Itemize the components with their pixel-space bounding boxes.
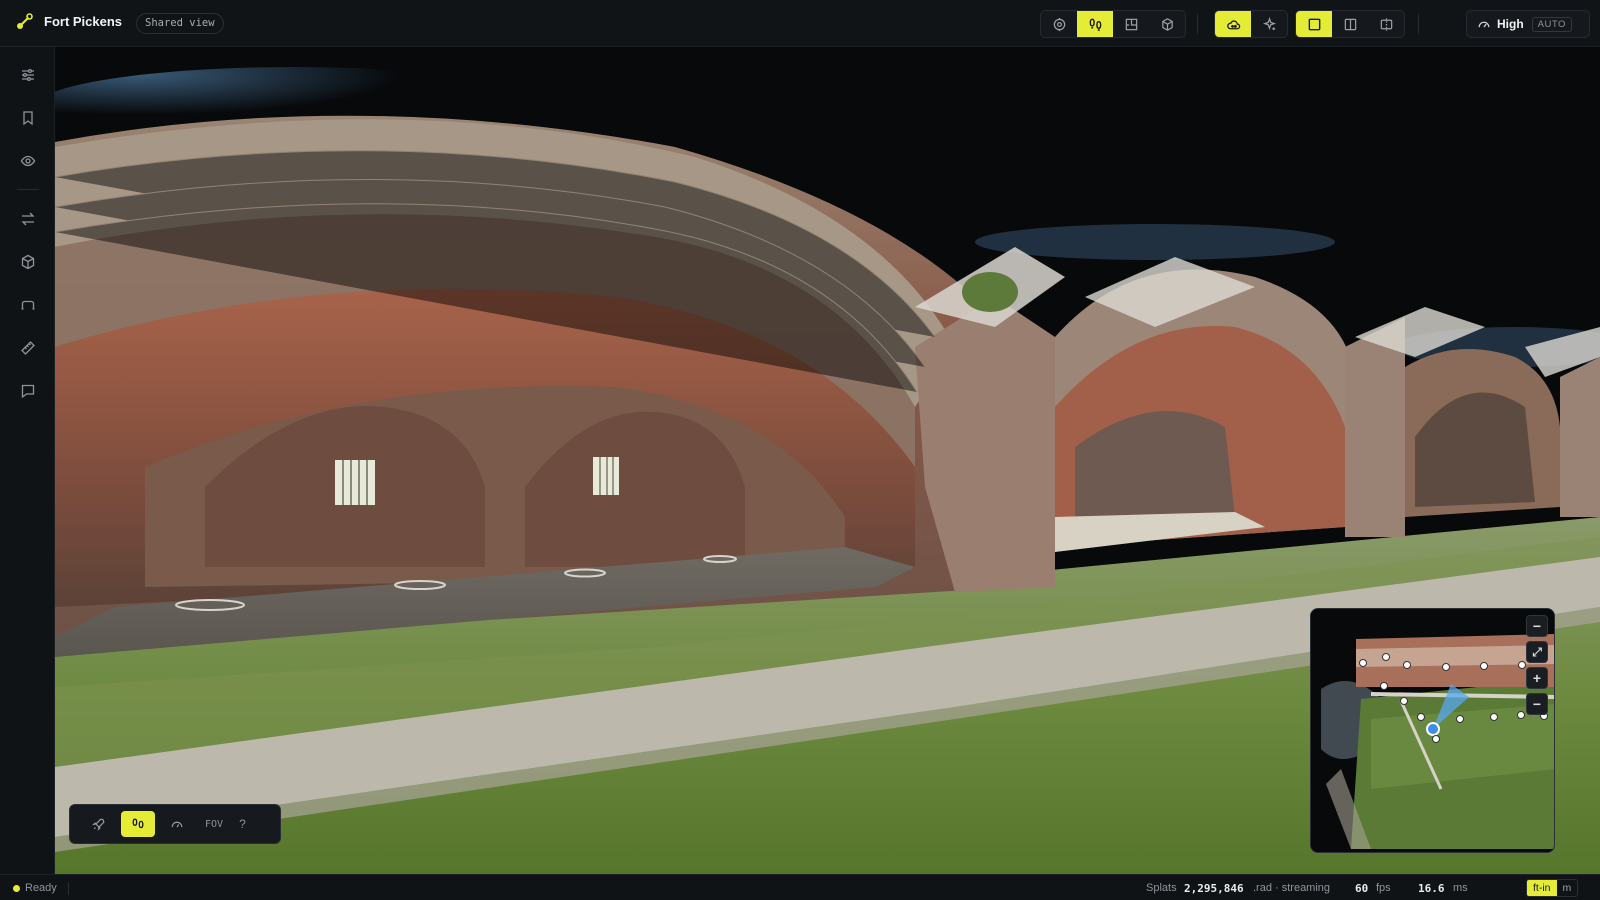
fly-mode-button[interactable] <box>82 811 116 837</box>
minimap-zoom-out-button[interactable]: − <box>1526 693 1548 715</box>
box-icon <box>21 254 35 270</box>
minimap-canvas[interactable] <box>1311 609 1555 853</box>
splat-render-button[interactable] <box>1215 11 1251 37</box>
quality-selector[interactable]: High AUTO <box>1466 10 1590 38</box>
minimap[interactable]: − ⤢ + − <box>1310 608 1555 853</box>
gauge-icon <box>1478 21 1490 28</box>
help-button[interactable]: ? <box>239 817 246 831</box>
sidebar-item-bookmarks[interactable] <box>14 104 42 132</box>
effects-button[interactable] <box>1251 11 1287 37</box>
sidebar-item-path[interactable] <box>14 291 42 319</box>
swap-icon <box>21 212 35 226</box>
ruler-icon <box>21 341 35 355</box>
status-divider <box>68 882 69 895</box>
walk-mode-toggle[interactable] <box>121 811 155 837</box>
render-mode-group <box>1214 10 1288 38</box>
sliders-icon <box>22 68 34 82</box>
split-view-button[interactable] <box>1332 11 1368 37</box>
sidebar-item-visibility[interactable] <box>14 147 42 175</box>
split-view-icon <box>1344 18 1356 30</box>
dollhouse-mode-button[interactable] <box>1149 11 1185 37</box>
minimap-collapse-button[interactable]: − <box>1526 615 1548 637</box>
sidebar-item-measure[interactable] <box>14 334 42 362</box>
orbit-mode-button[interactable] <box>1041 11 1077 37</box>
stream-format: .rad · streaming <box>1253 882 1331 894</box>
shared-view-chip[interactable]: Shared view <box>136 13 224 34</box>
path-icon <box>21 300 35 310</box>
status-text: Ready <box>25 882 57 894</box>
minimap-zoom-in-button[interactable]: + <box>1526 667 1548 689</box>
single-view-icon <box>1308 18 1320 30</box>
floorplan-icon <box>1125 18 1137 30</box>
comment-icon <box>21 384 35 399</box>
orbit-icon <box>1053 17 1065 31</box>
brand: Fort Pickens <box>16 12 122 30</box>
single-view-button[interactable] <box>1296 11 1332 37</box>
quality-label: High <box>1497 17 1524 31</box>
fps-value: 60 <box>1355 882 1369 895</box>
3d-viewport[interactable]: FOV ? − ⤢ + − <box>55 47 1600 874</box>
top-bar: Fort Pickens Shared view High AUTO <box>0 0 1600 47</box>
layout-group <box>1295 10 1405 38</box>
sidebar-item-transfer[interactable] <box>14 205 42 233</box>
quality-auto-badge[interactable]: AUTO <box>1531 16 1572 32</box>
sidebar-item-objects[interactable] <box>14 248 42 276</box>
app-title: Fort Pickens <box>44 13 123 29</box>
sidebar-item-comments[interactable] <box>14 377 42 405</box>
cloud-view-icon <box>1226 19 1240 29</box>
rocket-icon <box>92 818 105 831</box>
status-indicator-dot <box>13 885 20 892</box>
fps-unit: fps <box>1376 882 1391 894</box>
compare-view-button[interactable] <box>1368 11 1404 37</box>
view-mode-group <box>1040 10 1186 38</box>
speed-gauge-icon <box>171 821 183 828</box>
unit-toggle: ft-in m <box>1526 879 1579 897</box>
navigation-controls: FOV ? <box>69 804 281 844</box>
fov-button[interactable]: FOV <box>205 819 223 830</box>
speed-button[interactable] <box>160 811 194 837</box>
unit-ft-in-button[interactable]: ft-in <box>1527 880 1557 896</box>
app-logo-icon <box>17 13 33 29</box>
minimap-expand-button[interactable]: ⤢ <box>1526 641 1548 663</box>
bookmark-icon <box>23 111 33 126</box>
sidebar-item-settings[interactable] <box>14 61 42 89</box>
eye-icon <box>20 155 36 167</box>
left-sidebar <box>0 47 55 874</box>
walk-icon <box>1089 18 1101 31</box>
splats-count: 2,295,846 <box>1184 882 1244 895</box>
sidebar-divider <box>17 189 39 190</box>
frame-time-unit: ms <box>1453 882 1468 894</box>
walk-mode-button[interactable] <box>1077 11 1113 37</box>
compare-view-icon <box>1380 17 1392 31</box>
unit-m-button[interactable]: m <box>1557 880 1578 896</box>
toolbar-divider <box>1197 14 1198 34</box>
frame-time-value: 16.6 <box>1418 882 1445 895</box>
cube-icon <box>1161 17 1173 31</box>
footsteps-icon <box>132 818 144 829</box>
floorplan-mode-button[interactable] <box>1113 11 1149 37</box>
splats-label: Splats <box>1146 882 1177 894</box>
sparkle-icon <box>1262 16 1276 30</box>
toolbar-divider <box>1418 14 1419 34</box>
status-bar: Ready Splats 2,295,846 .rad · streaming … <box>0 874 1600 900</box>
